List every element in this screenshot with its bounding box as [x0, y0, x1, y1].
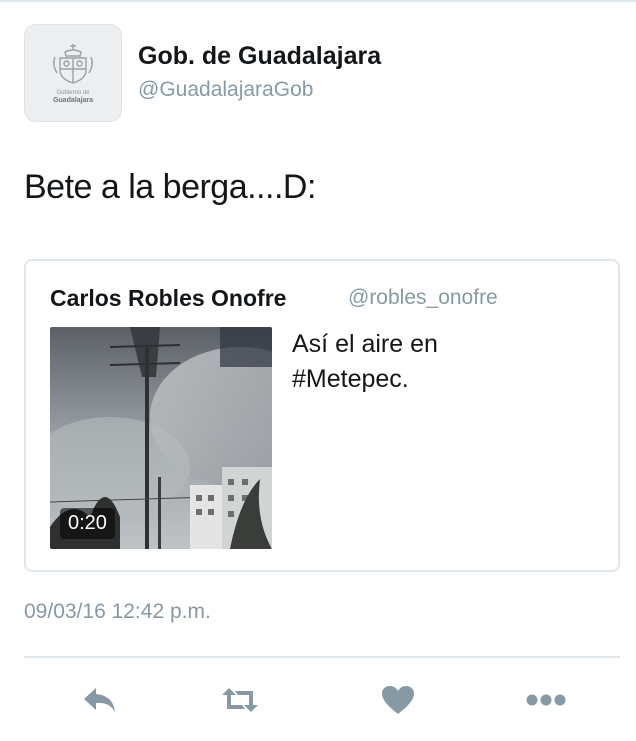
- tweet-actions-bar: [0, 672, 636, 728]
- more-icon: [526, 694, 566, 706]
- quoted-author-handle: @robles_onofre: [348, 286, 498, 309]
- heart-icon: [382, 686, 414, 714]
- retweet-icon: [222, 688, 258, 712]
- avatar-caption-top: Gobierno de: [56, 90, 90, 96]
- quoted-tweet-text: Así el aire en #Metepec.: [292, 330, 438, 393]
- avatar-caption-bottom: Guadalajara: [52, 97, 94, 104]
- video-duration-badge: 0:20: [60, 508, 115, 539]
- actions-divider: [24, 656, 620, 658]
- more-button[interactable]: [524, 680, 568, 720]
- quoted-video-thumbnail[interactable]: 0:20: [50, 327, 272, 549]
- top-divider: [0, 0, 636, 2]
- retweet-button[interactable]: [218, 680, 262, 720]
- tweet-timestamp[interactable]: 09/03/16 12:42 p.m.: [24, 600, 211, 624]
- reply-icon: [84, 688, 115, 712]
- coat-of-arms-icon: [53, 44, 93, 84]
- author-display-name[interactable]: Gob. de Guadalajara: [138, 42, 381, 71]
- avatar[interactable]: Gobierno de Guadalajara: [24, 24, 122, 122]
- quoted-tweet-card[interactable]: Carlos Robles Onofre @robles_onofre 0:20…: [24, 259, 620, 572]
- like-button[interactable]: [376, 680, 420, 720]
- quoted-author-name: Carlos Robles Onofre: [50, 285, 287, 311]
- tweet-text: Bete a la berga....D:: [24, 168, 316, 206]
- reply-button[interactable]: [78, 680, 122, 720]
- author-handle[interactable]: @GuadalajaraGob: [138, 78, 313, 102]
